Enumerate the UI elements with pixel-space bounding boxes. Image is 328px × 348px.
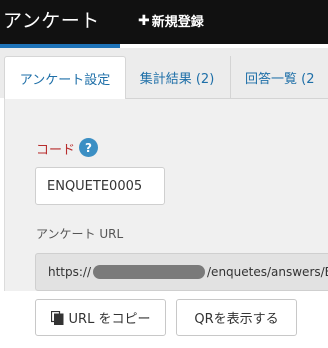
copy-url-button[interactable]: URL をコピー — [35, 299, 166, 336]
tab-label: 集計結果 (2) — [139, 71, 215, 87]
url-suffix: /enquetes/answers/E — [207, 265, 328, 279]
tab-baseline — [126, 98, 328, 99]
tab-bar: アンケート設定 集計結果 (2) 回答一覧 (2 — [0, 56, 328, 99]
nav-accent-bar — [0, 44, 328, 48]
help-icon[interactable]: ? — [79, 138, 98, 157]
new-registration-label: 新規登録 — [151, 15, 204, 30]
app-title[interactable]: アンケート — [3, 6, 100, 33]
show-qr-button[interactable]: QRを表示する — [176, 299, 297, 336]
new-registration-link[interactable]: ✚ 新規登録 — [138, 11, 204, 31]
code-field[interactable]: ENQUETE0005 — [35, 167, 165, 205]
tab-answer-list[interactable]: 回答一覧 (2 — [233, 56, 328, 98]
nav-active-indicator — [0, 44, 120, 48]
copy-url-label: URL をコピー — [68, 312, 151, 327]
tab-label: アンケート設定 — [19, 72, 111, 88]
tab-aggregate-results[interactable]: 集計結果 (2) — [127, 56, 227, 98]
survey-url-label: アンケート URL — [36, 227, 124, 241]
plus-icon: ✚ — [138, 12, 150, 29]
tab-survey-settings[interactable]: アンケート設定 — [4, 56, 126, 99]
tab-label: 回答一覧 (2 — [245, 71, 315, 87]
redacted-host — [93, 265, 206, 279]
copy-icon — [50, 310, 64, 325]
top-navbar: アンケート ✚ 新規登録 — [0, 0, 328, 44]
tab-divider — [230, 56, 231, 98]
code-label: コード — [36, 143, 76, 158]
url-prefix: https:// — [48, 265, 92, 279]
show-qr-label: QRを表示する — [194, 312, 279, 327]
survey-url-field[interactable]: https:// /enquetes/answers/E — [35, 253, 328, 291]
